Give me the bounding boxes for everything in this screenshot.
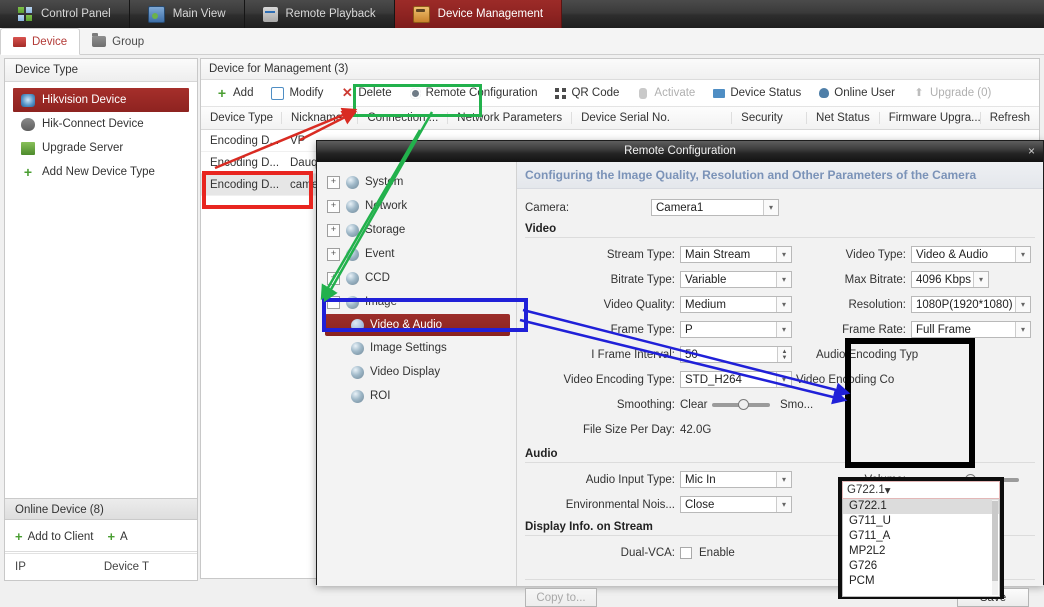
arrow-red-1 [215,110,355,168]
arrow-green-2 [322,130,420,298]
annotation-arrows [0,0,1044,585]
copy-to-button[interactable]: Copy to... [525,588,597,607]
application-window: Control Panel Main View Remote Playback … [0,0,1044,585]
arrow-red-2 [300,112,355,140]
arrow-green-1 [325,112,432,300]
arrow-blue-2 [523,310,848,393]
arrow-blue-1 [520,320,845,400]
